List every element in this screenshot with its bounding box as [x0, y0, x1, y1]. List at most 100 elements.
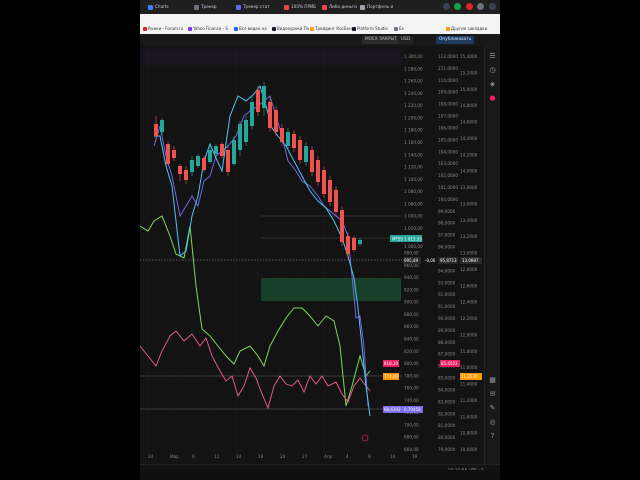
left-axis-tick: 1 180,00 — [404, 128, 423, 133]
tab-label: Портфель и — [367, 4, 394, 9]
demand-zone — [261, 278, 401, 301]
mid-axis-tick: 109,0000 — [438, 90, 458, 95]
mid-axis-tick: 96,0000 — [438, 245, 456, 250]
right-axis-tick: 11,2000 — [460, 398, 478, 403]
bookmark-item[interactable]: Трейдинг КосБен — [310, 26, 352, 32]
candle — [202, 156, 206, 172]
chart-background — [140, 46, 484, 464]
candle — [226, 146, 230, 176]
left-axis-tick: 820,00 — [404, 349, 419, 354]
watchlist-icon[interactable]: ☰ — [488, 52, 497, 61]
left-axis-tick: 1 220,00 — [404, 103, 423, 108]
notification-icon[interactable]: ● — [488, 94, 497, 103]
right-axis-tick: 14,0000 — [460, 169, 478, 174]
menu-icon[interactable] — [489, 3, 496, 10]
crosshair-mid2-value: 95,8713 — [440, 258, 457, 263]
orange-right-value: 11,2530 — [461, 374, 478, 379]
main-price-label: 1 013,33 — [404, 236, 422, 241]
alert-icon[interactable]: ◷ — [488, 66, 497, 75]
bookmark-item[interactable]: Рынки - Forum.ru — [143, 26, 183, 32]
right-axis-tick: 13,0000 — [460, 251, 478, 256]
mid-axis-tick: 90,0000 — [438, 316, 456, 321]
mid-axis-tick: 88,0000 — [438, 340, 456, 345]
address-bar[interactable] — [140, 14, 500, 24]
bottom-strip — [140, 470, 500, 480]
right-axis-tick: 12,4000 — [460, 300, 478, 305]
tab-money[interactable]: Либо деньги — [322, 2, 358, 12]
bookmark-item[interactable]: Все видео на — [234, 26, 267, 32]
purple-right-value: 0,70458 — [404, 407, 421, 412]
portfolio-icon — [360, 4, 365, 10]
extension-icon[interactable] — [442, 3, 450, 10]
publish-button[interactable]: Опубликовать — [436, 36, 475, 44]
currency-select-left[interactable]: USD — [398, 36, 414, 44]
right-axis-tick: 13,8000 — [460, 185, 478, 190]
folder-icon — [446, 27, 450, 31]
left-axis-tick: 1 060,00 — [404, 201, 423, 206]
crosshair-left-value: 995,49 — [404, 258, 418, 263]
extension-icon[interactable] — [454, 3, 462, 10]
extension-icon[interactable] — [465, 3, 473, 10]
mid-axis-tick: 97,0000 — [438, 233, 456, 238]
time-axis-tick: 9 — [368, 454, 371, 459]
right-axis-tick: 13,2000 — [460, 234, 478, 239]
avatar[interactable] — [477, 3, 485, 10]
tab-tracker[interactable]: Трекер — [194, 2, 232, 12]
calendar-icon[interactable]: ▦ — [488, 376, 497, 385]
crosshair-right-value: 13,0887 — [462, 258, 479, 263]
tracker-icon — [236, 4, 241, 10]
candle — [352, 236, 356, 252]
chat-icon[interactable]: ✉ — [488, 390, 497, 399]
pink-left-value: 818,30 — [384, 361, 398, 366]
time-axis-tick: Мар — [170, 454, 179, 459]
layers-icon[interactable]: ◈ — [488, 80, 497, 89]
mid-axis-tick: 80,0000 — [438, 435, 456, 440]
right-axis-tick: 12,8000 — [460, 267, 478, 272]
price-chart[interactable]: 1 300,00 1 280,00 1 260,00 1 240,00 1 220,00… — [140, 46, 484, 464]
left-axis-tick: 840,00 — [404, 336, 419, 341]
pink-right-value: 85,4503 — [441, 361, 458, 366]
left-axis-tick: 740,00 — [404, 398, 419, 403]
tab-charts[interactable]: Charts — [148, 2, 190, 12]
right-axis-tick: 14,4000 — [460, 136, 478, 141]
right-axis-tick: 10,8000 — [460, 431, 478, 436]
left-axis-tick: 980,00 — [404, 251, 419, 256]
right-axis-tick: 15,4000 — [460, 54, 478, 59]
crosshair-mid-value: -0,06 — [425, 258, 436, 263]
mid-axis-tick: 83,0000 — [438, 399, 456, 404]
help-icon[interactable]: ? — [488, 432, 497, 441]
bookmark-item[interactable]: Platform Studio — [352, 26, 388, 32]
mid-axis-tick: 103,0000 — [438, 161, 458, 166]
tab-portfolio[interactable]: Портфель и — [360, 2, 398, 12]
bookmark-label: Все видео на — [239, 26, 267, 31]
left-axis-tick: 1 200,00 — [404, 115, 423, 120]
mid-axis-tick: 104,0000 — [438, 149, 458, 154]
secondary-price-label: 1 000,00 — [404, 244, 423, 249]
bookmark-item[interactable]: Yahoo Finance - S — [188, 26, 228, 32]
mid-axis-tick: 93,0000 — [438, 280, 456, 285]
bookmark-item[interactable]: Ex — [394, 26, 404, 32]
right-axis-tick: 11,0000 — [460, 414, 478, 419]
tab-label: Либо деньги — [329, 4, 357, 9]
mid-axis-tick: 107,0000 — [438, 114, 458, 119]
streams-icon[interactable]: ◎ — [488, 418, 497, 427]
ideas-icon[interactable]: ✎ — [488, 404, 497, 413]
tab-profit[interactable]: 100% ПРИБ — [284, 2, 320, 12]
market-status[interactable]: MOEX ЗАКРЫТ — [362, 36, 400, 44]
bookmark-item[interactable]: Другие закладки — [446, 26, 487, 32]
left-axis-tick: 680,00 — [404, 435, 419, 440]
mid-axis-tick: 99,0000 — [438, 209, 456, 214]
browser-actions — [440, 3, 496, 11]
bookmark-item[interactable]: Видеоуроки По — [272, 26, 309, 32]
tab-tracker-stat[interactable]: Трекер стат — [236, 2, 280, 12]
time-axis-tick: Апр — [324, 454, 333, 459]
right-axis-tick: 11,4000 — [460, 382, 478, 387]
bookmark-icon — [272, 27, 276, 31]
right-axis-tick: 12,6000 — [460, 283, 478, 288]
candle — [310, 146, 314, 176]
mid-axis-tick: 100,0000 — [438, 197, 458, 202]
bookmark-label: Трейдинг КосБен — [315, 26, 352, 31]
left-axis-tick: 1 240,00 — [404, 91, 423, 96]
time-axis-tick: 6 — [192, 454, 195, 459]
right-axis-tick: 12,2000 — [460, 316, 478, 321]
